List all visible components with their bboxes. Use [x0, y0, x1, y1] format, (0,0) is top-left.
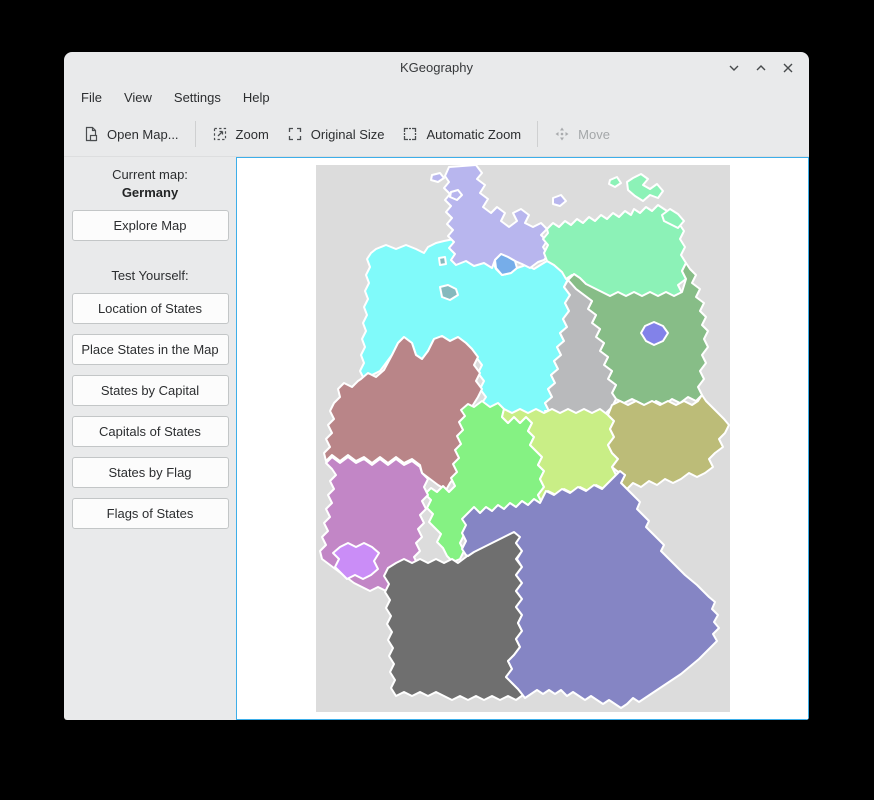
- quiz-flags-of-states-button[interactable]: Flags of States: [72, 498, 229, 529]
- menu-settings[interactable]: Settings: [163, 86, 232, 109]
- open-map-label: Open Map...: [107, 127, 179, 142]
- original-size-button[interactable]: Original Size: [278, 119, 394, 149]
- toolbar-separator: [537, 121, 538, 147]
- current-map-label: Current map:: [112, 167, 188, 182]
- zoom-button[interactable]: Zoom: [203, 119, 278, 149]
- toolbar: Open Map... Zoom Original Size: [64, 112, 809, 157]
- quiz-location-of-states-button[interactable]: Location of States: [72, 293, 229, 324]
- minimize-icon[interactable]: [727, 61, 741, 75]
- menu-help[interactable]: Help: [232, 86, 281, 109]
- current-map-value: Germany: [122, 185, 178, 200]
- state-bremerhaven[interactable]: [439, 257, 446, 265]
- menu-file[interactable]: File: [70, 86, 113, 109]
- quiz-place-states-button[interactable]: Place States in the Map: [72, 334, 229, 365]
- toolbar-separator: [195, 121, 196, 147]
- open-map-icon: [83, 126, 99, 142]
- titlebar[interactable]: KGeography: [64, 52, 809, 83]
- original-size-icon: [287, 126, 303, 142]
- quiz-capitals-of-states-button[interactable]: Capitals of States: [72, 416, 229, 447]
- menu-view[interactable]: View: [113, 86, 163, 109]
- sidebar: Current map: Germany Explore Map Test Yo…: [64, 157, 236, 720]
- move-icon: [554, 126, 570, 142]
- move-button: Move: [545, 119, 619, 149]
- maximize-icon[interactable]: [754, 61, 768, 75]
- window-title: KGeography: [400, 60, 473, 75]
- menu-bar: File View Settings Help: [64, 83, 809, 112]
- test-yourself-label: Test Yourself:: [111, 268, 188, 283]
- zoom-icon: [212, 126, 228, 142]
- close-icon[interactable]: [781, 61, 795, 75]
- quiz-states-by-capital-button[interactable]: States by Capital: [72, 375, 229, 406]
- map-viewport[interactable]: [236, 157, 809, 720]
- automatic-zoom-label: Automatic Zoom: [426, 127, 521, 142]
- quiz-states-by-flag-button[interactable]: States by Flag: [72, 457, 229, 488]
- move-label: Move: [578, 127, 610, 142]
- original-size-label: Original Size: [311, 127, 385, 142]
- zoom-label: Zoom: [236, 127, 269, 142]
- germany-map: [316, 165, 730, 712]
- automatic-zoom-button[interactable]: Automatic Zoom: [393, 119, 530, 149]
- automatic-zoom-icon: [402, 126, 418, 142]
- explore-map-button[interactable]: Explore Map: [72, 210, 229, 241]
- kgeography-window: KGeography File View Settings Help: [64, 52, 809, 720]
- open-map-button[interactable]: Open Map...: [74, 119, 188, 149]
